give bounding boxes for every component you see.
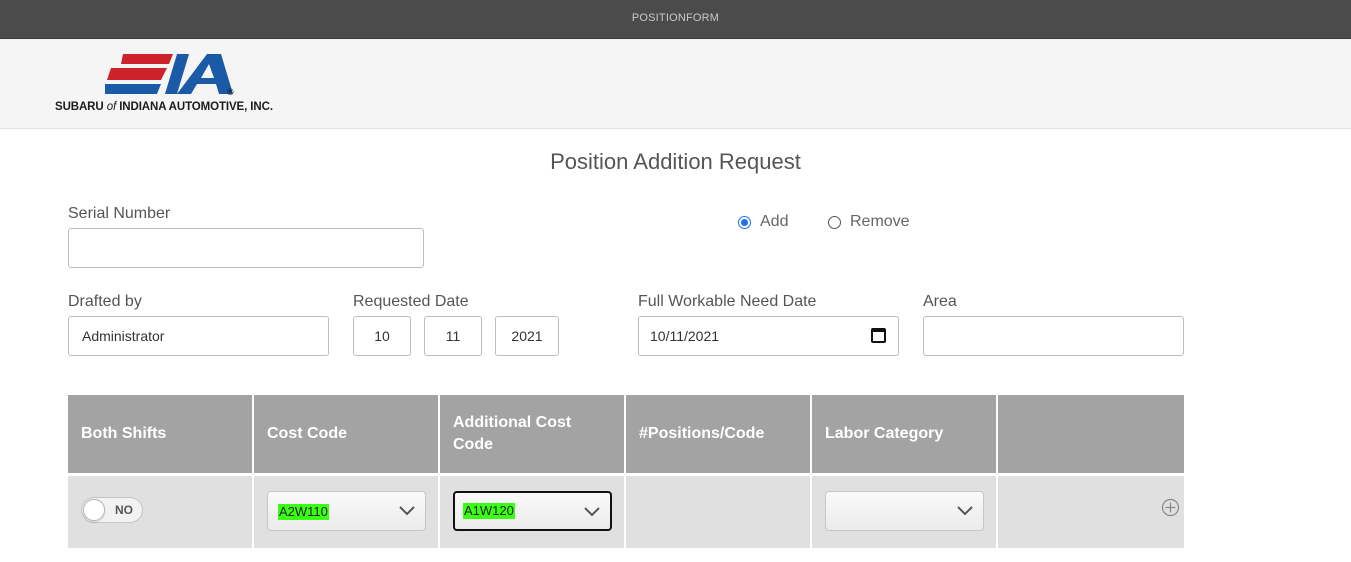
page-title: Position Addition Request — [550, 149, 801, 174]
sia-logo-mark: ® — [105, 54, 234, 97]
requested-date-label: Requested Date — [353, 293, 469, 310]
toggle-knob[interactable] — [83, 499, 105, 521]
workable-need-date-input[interactable]: 10/11/2021 — [638, 316, 899, 356]
cell-positions-code — [626, 476, 812, 548]
drafted-by-label: Drafted by — [68, 293, 142, 310]
area-label: Area — [923, 293, 957, 310]
chevron-down-icon[interactable] — [584, 505, 600, 517]
area-input[interactable] — [923, 316, 1184, 356]
workable-need-date-label: Full Workable Need Date — [638, 293, 817, 310]
chevron-down-icon[interactable] — [399, 504, 415, 516]
header-additional-cost-code: Additional Cost Code — [440, 395, 626, 473]
table-row: NO A2W110 A1W120 — [68, 476, 1184, 548]
additional-cost-code-value: A1W120 — [463, 503, 515, 519]
radio-add[interactable]: Add — [738, 213, 788, 231]
company-logo: ® SUBARU of INDIANA AUTOMOTIVE, INC. — [55, 52, 295, 116]
additional-cost-code-select[interactable]: A1W120 — [453, 491, 612, 531]
cell-labor-category — [812, 476, 998, 548]
cell-additional-cost-code: A1W120 — [440, 476, 626, 548]
calendar-icon[interactable] — [871, 328, 886, 343]
workable-need-date-value: 10/11/2021 — [650, 328, 720, 344]
requested-year-input[interactable]: 2021 — [495, 316, 559, 356]
cell-actions — [998, 476, 1184, 548]
company-name: SUBARU of INDIANA AUTOMOTIVE, INC. — [55, 101, 273, 113]
toggle-state-label: NO — [115, 503, 133, 517]
header-positions-code: #Positions/Code — [626, 395, 812, 473]
requested-month-input[interactable]: 10 — [353, 316, 411, 356]
drafted-by-input[interactable]: Administrator — [68, 316, 329, 356]
cost-code-value: A2W110 — [278, 504, 329, 520]
serial-number-input[interactable] — [68, 228, 424, 268]
radio-add-indicator[interactable] — [738, 215, 751, 229]
header-cost-code: Cost Code — [254, 395, 440, 473]
radio-remove-label: Remove — [850, 213, 910, 230]
svg-text:®: ® — [227, 87, 234, 97]
header-both-shifts: Both Shifts — [68, 395, 254, 473]
radio-remove-indicator[interactable] — [828, 215, 841, 229]
header-actions — [998, 395, 1184, 473]
add-row-icon[interactable] — [1161, 498, 1180, 517]
cost-code-select[interactable]: A2W110 — [267, 491, 426, 531]
serial-number-label: Serial Number — [68, 205, 171, 222]
chevron-down-icon[interactable] — [957, 504, 973, 516]
radio-remove[interactable]: Remove — [828, 213, 910, 231]
window-title: POSITIONFORM — [631, 12, 720, 24]
both-shifts-toggle[interactable]: NO — [81, 497, 143, 523]
radio-add-label: Add — [760, 213, 789, 230]
cell-cost-code: A2W110 — [254, 476, 440, 548]
requested-day-input[interactable]: 11 — [424, 316, 482, 356]
positions-table: Both Shifts Cost Code Additional Cost Co… — [68, 395, 1184, 548]
page-header: ® SUBARU of INDIANA AUTOMOTIVE, INC. — [0, 39, 1351, 129]
title-bar: POSITIONFORM — [0, 0, 1351, 39]
cell-both-shifts: NO — [68, 476, 254, 548]
header-labor-category: Labor Category — [812, 395, 998, 473]
labor-category-select[interactable] — [825, 491, 984, 531]
table-header: Both Shifts Cost Code Additional Cost Co… — [68, 395, 1184, 473]
